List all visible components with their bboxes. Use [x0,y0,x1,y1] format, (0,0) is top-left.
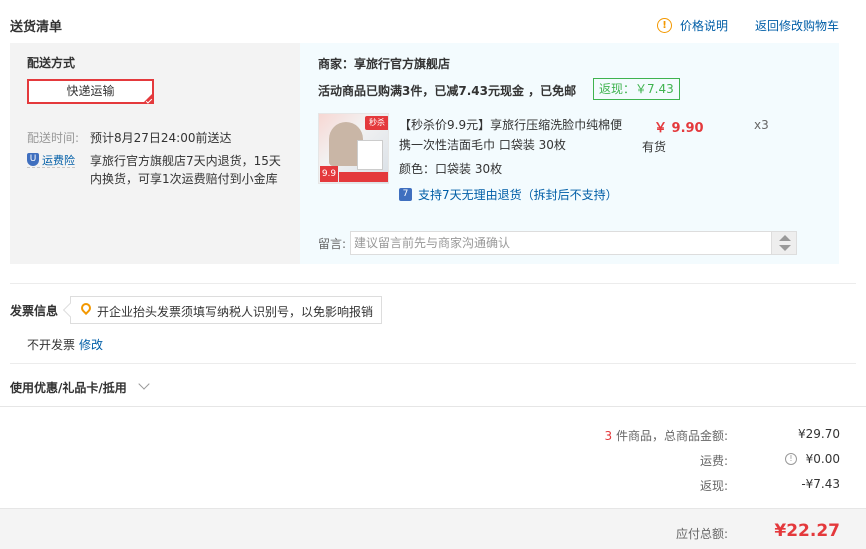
payable-value: ¥22.27 [774,521,840,541]
shipping-method-label: 配送方式 [27,56,76,70]
return-policy-icon: 7 [399,188,412,201]
scroll-up-icon[interactable] [779,235,791,241]
freight-insurance-badge[interactable]: U 运费险 [27,152,75,168]
promo-text: 活动商品已购满3件，已减7.43元现金 ，已免邮 [318,84,577,98]
item-count-suffix: 件商品，总商品金额: [612,429,728,443]
thumb-tag: 秒杀 [365,116,388,130]
invoice-tip-text: 开企业抬头发票须填写纳税人识别号，以免影响报销 [97,305,374,319]
thumb-banner [339,172,388,182]
freight-insurance-desc: 享旅行官方旗舰店7天内退货，15天内换货，可享1次运费赔付到小金库 [90,154,281,186]
seller-name: 商家：享旅行官方旗舰店 [318,57,451,71]
scroll-down-icon[interactable] [779,245,791,251]
message-input[interactable] [350,231,797,255]
product-color: 颜色：口袋装 30枚 [399,162,503,176]
divider [10,363,856,364]
message-label: 留言: [318,237,347,251]
thumb-price-badge: 9.9 [320,166,338,182]
freight-label: 运费: [699,454,728,468]
invoice-status: 不开发票 [27,338,76,352]
invoice-tip: 开企业抬头发票须填写纳税人识别号，以免影响报销 [62,296,382,324]
location-pin-icon [78,300,94,316]
freight-value: ¥0.00 [805,452,840,466]
stock-status: 有货 [642,140,667,154]
coupon-toggle[interactable]: 使用优惠/礼品卡/抵用 [10,379,127,396]
textarea-resize-scroll[interactable] [771,232,796,254]
divider [0,406,866,407]
rebate-badge: 返现：￥7.43 [593,78,680,100]
express-shipping-button[interactable]: 快递运输 [27,79,154,104]
delivery-time-value: 预计8月27日24:00前送达 [90,131,232,145]
warning-icon: ! [657,18,672,33]
total-bar [0,508,866,549]
rebate-value: -¥7.43 [801,477,840,491]
goods-total-value: ¥29.70 [798,427,840,441]
shield-icon: U [27,153,39,166]
chevron-down-icon[interactable] [138,378,150,390]
delivery-time-label: 配送时间: [27,131,80,145]
invoice-title: 发票信息 [10,304,59,318]
invoice-edit-link[interactable]: 修改 [79,336,103,353]
divider [10,283,856,284]
item-count: 3 [604,429,613,443]
goods-total-label: 3 件商品，总商品金额: [605,427,729,444]
product-thumbnail[interactable]: 秒杀 9.9 [318,113,389,184]
tip-arrow [62,302,78,318]
page-title: 送货清单 [10,20,63,35]
rebate-label: 返现: [699,479,728,493]
price-note-link[interactable]: 价格说明 [680,17,728,34]
product-quantity: x3 [754,118,769,132]
product-price: ￥ 9.90 [654,121,704,136]
info-icon[interactable]: ! [785,453,797,465]
return-policy-text: 支持7天无理由退货（拆封后不支持） [418,188,618,202]
express-shipping-label: 快递运输 [66,84,115,98]
payable-label: 应付总额: [675,527,728,541]
back-to-cart-link[interactable]: 返回修改购物车 [755,17,839,34]
towel-figure [357,140,383,170]
freight-insurance-text: 运费险 [42,154,75,167]
product-name-link[interactable]: 【秒杀价9.9元】享旅行压缩洗脸巾纯棉便携一次性洁面毛巾 口袋装 30枚 [399,115,624,155]
